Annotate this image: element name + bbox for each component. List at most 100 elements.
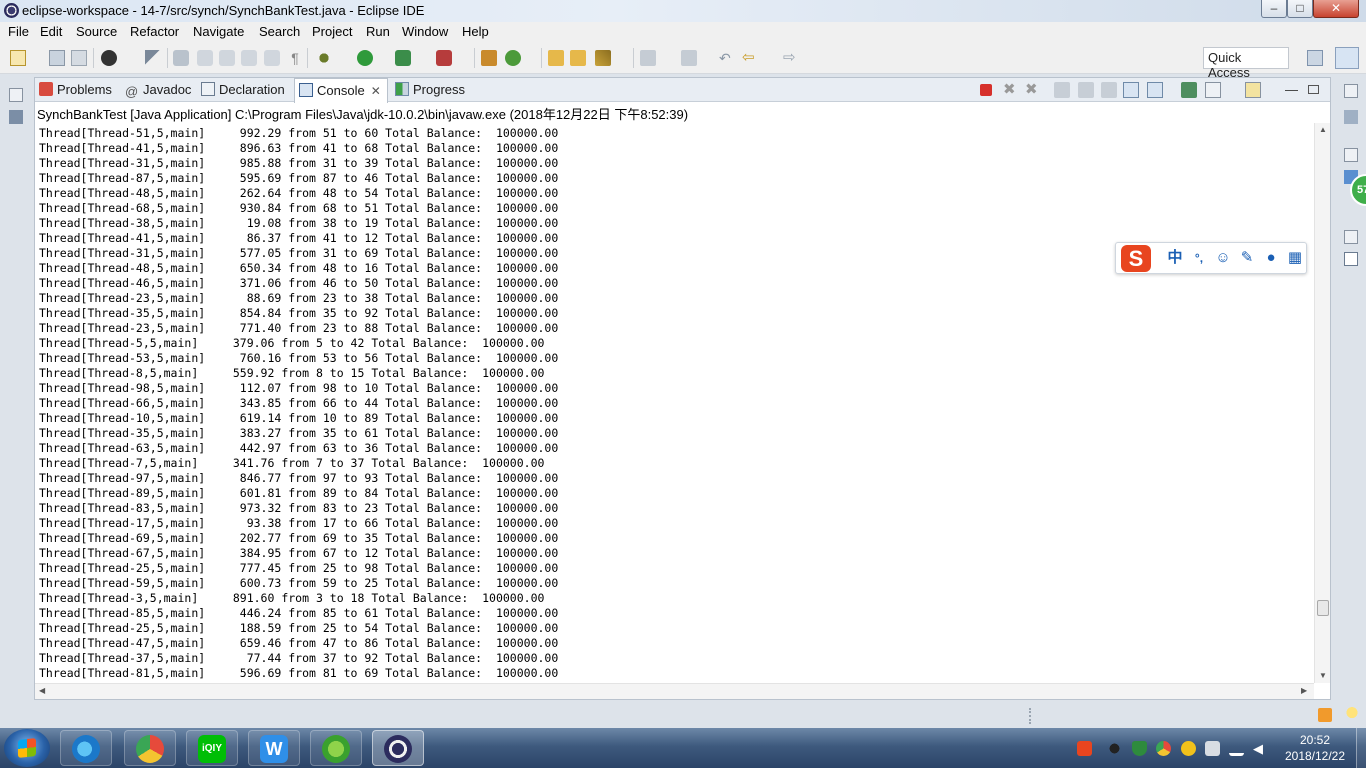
restore-icon[interactable] — [1344, 230, 1358, 244]
ime-punctuation-toggle[interactable]: °, — [1190, 249, 1208, 267]
microphone-icon[interactable]: ● — [1262, 249, 1280, 267]
menu-project[interactable]: Project — [312, 24, 352, 39]
rss-icon[interactable] — [1318, 708, 1332, 722]
run-icon[interactable] — [357, 50, 373, 66]
menu-window[interactable]: Window — [402, 24, 448, 39]
new-icon[interactable] — [10, 50, 26, 66]
device-tray-icon[interactable] — [1205, 741, 1220, 756]
new-class-icon[interactable] — [505, 50, 521, 66]
new-java-project-icon[interactable] — [481, 50, 497, 66]
menu-run[interactable]: Run — [366, 24, 390, 39]
open-console-icon[interactable] — [1245, 82, 1261, 98]
package-explorer-icon[interactable] — [9, 110, 23, 124]
menu-search[interactable]: Search — [259, 24, 300, 39]
browser-tray-icon[interactable] — [1156, 741, 1171, 756]
profile-icon[interactable] — [101, 50, 117, 66]
clear-console-icon[interactable] — [1054, 82, 1070, 98]
pin-icon[interactable] — [197, 50, 213, 66]
emoji-icon[interactable]: ☺ — [1214, 249, 1232, 267]
external-tools-icon[interactable] — [436, 50, 452, 66]
menu-help[interactable]: Help — [462, 24, 489, 39]
close-button[interactable]: ✕ — [1313, 0, 1359, 18]
tip-icon[interactable] — [1346, 707, 1358, 723]
scroll-down-icon[interactable]: ▼ — [1319, 671, 1327, 680]
restore-icon[interactable] — [9, 88, 23, 102]
last-edit-icon[interactable]: ↶ — [719, 50, 735, 66]
maximize-button[interactable]: □ — [1287, 0, 1313, 18]
minimize-button[interactable]: – — [1261, 0, 1287, 18]
minimize-view-icon[interactable]: — — [1285, 82, 1301, 98]
vertical-scrollbar[interactable]: ▲ ▼ — [1314, 123, 1330, 683]
close-tab-icon[interactable]: ✕ — [371, 84, 381, 98]
game-tray-icon[interactable] — [1181, 741, 1196, 756]
toggle-mark-icon[interactable] — [219, 50, 235, 66]
terminate-icon[interactable] — [980, 84, 992, 96]
open-perspective-icon[interactable] — [1307, 50, 1323, 66]
taskbar-browser[interactable] — [124, 730, 176, 766]
open-type-icon[interactable] — [548, 50, 564, 66]
save-icon[interactable] — [49, 50, 65, 66]
coverage-icon[interactable] — [395, 50, 411, 66]
network-tray-icon[interactable] — [1229, 741, 1244, 756]
pin-console-icon[interactable] — [1181, 82, 1197, 98]
scroll-up-icon[interactable]: ▲ — [1319, 125, 1327, 134]
qq-tray-icon[interactable] — [1107, 741, 1122, 756]
sogou-logo[interactable]: S — [1121, 245, 1151, 272]
remove-all-icon[interactable]: ✖ — [1025, 82, 1041, 98]
show-on-stderr-icon[interactable] — [1147, 82, 1163, 98]
show-whitespace-icon[interactable]: ¶ — [287, 50, 303, 66]
view-icon[interactable] — [1344, 252, 1358, 266]
skip-breakpoints-icon[interactable] — [145, 50, 161, 66]
tab-declaration[interactable]: Declaration — [201, 78, 285, 102]
scroll-left-icon[interactable]: ◀ — [39, 686, 45, 695]
horizontal-scrollbar[interactable]: ◀ ▶ — [35, 683, 1314, 699]
restore-icon[interactable] — [1344, 148, 1358, 162]
volume-tray-icon[interactable]: ◀ — [1253, 741, 1268, 756]
menu-navigate[interactable]: Navigate — [193, 24, 244, 39]
taskbar-clock[interactable]: 20:52 2018/12/22 — [1282, 732, 1348, 764]
search-icon[interactable] — [595, 50, 611, 66]
save-all-icon[interactable] — [71, 50, 87, 66]
shield-tray-icon[interactable] — [1132, 741, 1147, 756]
forward-icon[interactable]: ⇨ — [783, 50, 799, 66]
menu-refactor[interactable]: Refactor — [130, 24, 179, 39]
remove-launch-icon[interactable]: ✖ — [1003, 82, 1019, 98]
word-wrap-icon[interactable] — [264, 50, 280, 66]
display-console-icon[interactable] — [1205, 82, 1221, 98]
back-icon[interactable]: ⇦ — [742, 50, 758, 66]
show-desktop-button[interactable] — [1356, 728, 1366, 768]
open-task-icon[interactable] — [570, 50, 586, 66]
menu-source[interactable]: Source — [76, 24, 117, 39]
scroll-right-icon[interactable]: ▶ — [1301, 686, 1307, 695]
debug-icon[interactable] — [316, 50, 332, 66]
tab-problems[interactable]: Problems — [39, 78, 112, 102]
tab-javadoc[interactable]: @ Javadoc — [125, 78, 191, 102]
outline-icon[interactable] — [1344, 110, 1358, 124]
taskbar-iqiyi[interactable]: iQIY — [186, 730, 238, 766]
toggle-block-icon[interactable] — [241, 50, 257, 66]
maximize-view-icon[interactable] — [1308, 85, 1319, 94]
java-perspective-button[interactable] — [1335, 47, 1359, 69]
ime-mode-toggle[interactable]: 中 — [1166, 249, 1184, 267]
sogou-tray-icon[interactable] — [1077, 741, 1092, 756]
menu-file[interactable]: File — [8, 24, 29, 39]
toolbox-icon[interactable]: ▦ — [1286, 249, 1304, 267]
taskbar-ie[interactable] — [60, 730, 112, 766]
next-annotation-icon[interactable] — [640, 50, 656, 66]
taskbar-eclipse[interactable] — [372, 730, 424, 766]
tab-console[interactable]: Console ✕ — [294, 78, 388, 103]
taskbar-wps[interactable]: W — [248, 730, 300, 766]
quick-access-field[interactable]: Quick Access — [1203, 47, 1289, 80]
menu-edit[interactable]: Edit — [40, 24, 62, 39]
console-output[interactable]: Thread[Thread-51,5,main] 992.29 from 51 … — [35, 123, 1314, 683]
word-wrap-icon[interactable] — [1101, 82, 1117, 98]
start-button[interactable] — [4, 729, 50, 767]
restore-icon[interactable] — [1344, 84, 1358, 98]
tab-progress[interactable]: Progress — [395, 78, 465, 102]
scrollbar-thumb[interactable] — [1317, 600, 1329, 616]
prev-annotation-icon[interactable] — [681, 50, 697, 66]
handwriting-icon[interactable]: ✎ — [1238, 249, 1256, 267]
taskbar-360[interactable] — [310, 730, 362, 766]
annotation-icon[interactable] — [173, 50, 189, 66]
show-on-stdout-icon[interactable] — [1123, 82, 1139, 98]
